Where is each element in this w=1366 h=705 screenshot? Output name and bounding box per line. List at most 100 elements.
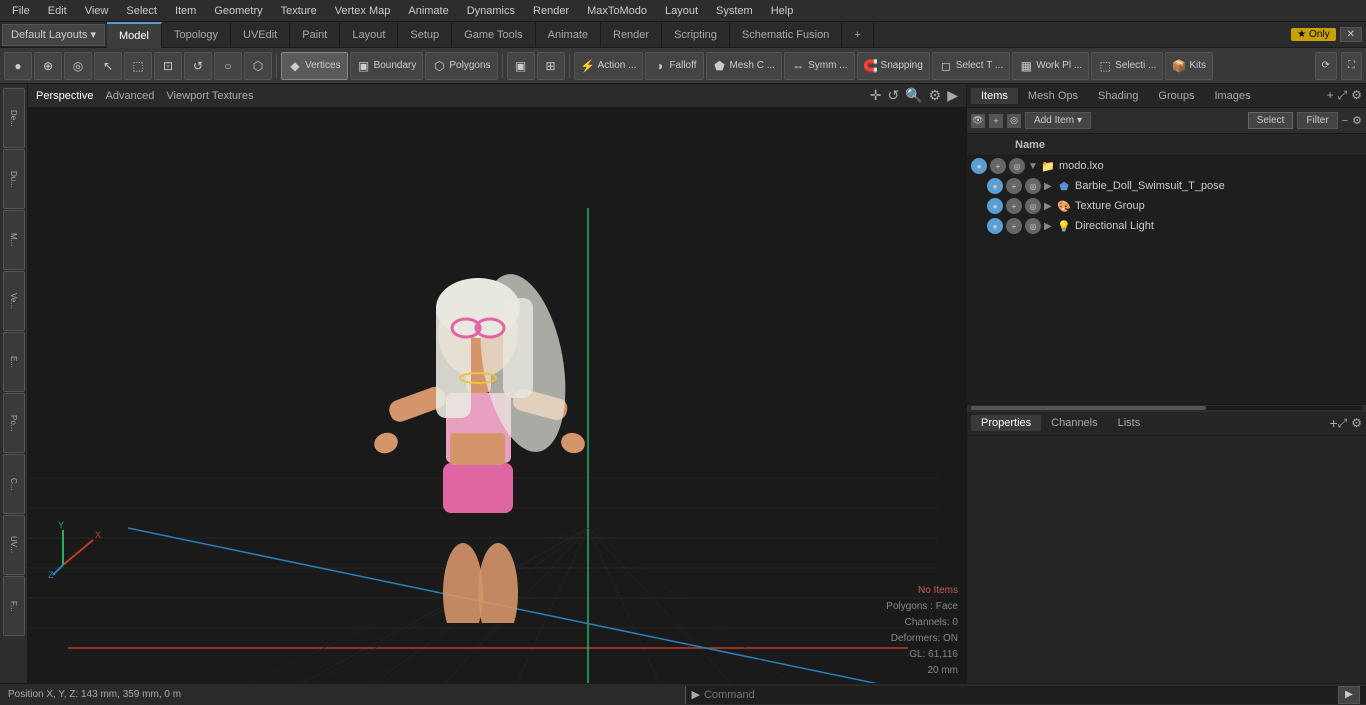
sidebar-tab-po[interactable]: Po...: [3, 393, 25, 453]
menu-layout[interactable]: Layout: [657, 3, 706, 19]
panel-settings-icon[interactable]: ⚙: [1351, 88, 1362, 103]
tab-paint[interactable]: Paint: [290, 22, 340, 48]
sidebar-tab-e[interactable]: E...: [3, 332, 25, 392]
viewport-full-btn[interactable]: ⛶: [1341, 52, 1362, 80]
panel-tab-shading[interactable]: Shading: [1088, 88, 1148, 104]
prop-expand-icon[interactable]: ⤢: [1338, 416, 1348, 431]
item-vis2-3[interactable]: +: [1006, 218, 1022, 234]
viewport-rotate-icon[interactable]: ↺: [887, 87, 899, 104]
rotate-btn[interactable]: ↺: [184, 52, 212, 80]
sidebar-tab-du[interactable]: Du...: [3, 149, 25, 209]
prop-tab-channels[interactable]: Channels: [1041, 415, 1107, 431]
panel-tab-groups[interactable]: Groups: [1148, 88, 1204, 104]
menu-file[interactable]: File: [4, 3, 38, 19]
hex-btn[interactable]: ⬡: [244, 52, 272, 80]
tab-schematic-fusion[interactable]: Schematic Fusion: [730, 22, 842, 48]
tab-uvedit[interactable]: UVEdit: [231, 22, 290, 48]
scroll-thumb[interactable]: [971, 406, 1206, 410]
kits-btn[interactable]: 📦 Kits: [1165, 52, 1213, 80]
boundary-btn[interactable]: ▣ Boundary: [350, 52, 424, 80]
prop-tab-lists[interactable]: Lists: [1108, 415, 1151, 431]
viewport-zoom-icon[interactable]: 🔍: [905, 87, 922, 104]
eye-toggle[interactable]: 👁: [971, 114, 985, 128]
star-only-button[interactable]: ★ Only: [1291, 28, 1335, 41]
menu-vertex-map[interactable]: Vertex Map: [327, 3, 399, 19]
menu-maxtomodo[interactable]: MaxToModo: [579, 3, 655, 19]
command-bar[interactable]: ▶ ▶: [685, 686, 1366, 704]
sidebar-tab-f[interactable]: F...: [3, 576, 25, 636]
transform-btn[interactable]: ⬚: [124, 52, 152, 80]
viewport-tab-perspective[interactable]: Perspective: [36, 90, 93, 102]
viewport-move-icon[interactable]: ✛: [870, 87, 882, 104]
sidebar-tab-de[interactable]: De...: [3, 88, 25, 148]
menu-help[interactable]: Help: [763, 3, 802, 19]
command-input[interactable]: [704, 689, 1338, 701]
menu-render[interactable]: Render: [525, 3, 577, 19]
snapping-btn[interactable]: 🧲 Snapping: [857, 52, 930, 80]
viewport-more-icon[interactable]: ▶: [947, 87, 958, 104]
item-vis-3[interactable]: ●: [987, 218, 1003, 234]
item-texture-group[interactable]: ● + ◎ ▶ 🎨 Texture Group: [983, 196, 1366, 216]
menu-geometry[interactable]: Geometry: [206, 3, 270, 19]
grid3-btn[interactable]: ⊞: [537, 52, 565, 80]
menu-item[interactable]: Item: [167, 3, 204, 19]
tab-add[interactable]: +: [842, 22, 873, 48]
selectt-btn[interactable]: ◻ Select T ...: [932, 52, 1010, 80]
item-expand-3[interactable]: ▶: [1044, 221, 1056, 232]
item-vis2-1[interactable]: +: [1006, 178, 1022, 194]
item-barbie[interactable]: ● + ◎ ▶ ⬟ Barbie_Doll_Swimsuit_T_pose: [983, 176, 1366, 196]
item-vis-1[interactable]: ●: [987, 178, 1003, 194]
polygons-btn[interactable]: ⬡ Polygons: [425, 52, 497, 80]
grid2-btn[interactable]: ▣: [507, 52, 535, 80]
sidebar-tab-c[interactable]: C...: [3, 454, 25, 514]
tab-layout[interactable]: Layout: [340, 22, 398, 48]
circle-btn[interactable]: ○: [214, 52, 242, 80]
items-minus-icon[interactable]: −: [1342, 115, 1348, 127]
action-btn[interactable]: ⚡ Action ...: [574, 52, 644, 80]
item-vis3-2[interactable]: ◎: [1025, 198, 1041, 214]
menu-system[interactable]: System: [708, 3, 761, 19]
component-btn[interactable]: ◎: [64, 52, 92, 80]
falloff-btn[interactable]: ◑ Falloff: [645, 52, 703, 80]
menu-edit[interactable]: Edit: [40, 3, 75, 19]
prop-settings-icon[interactable]: ⚙: [1351, 416, 1362, 430]
item-vis2-0[interactable]: +: [990, 158, 1006, 174]
select-tool-btn[interactable]: ↖: [94, 52, 122, 80]
sidebar-tab-ve[interactable]: Ve...: [3, 271, 25, 331]
menu-texture[interactable]: Texture: [273, 3, 325, 19]
item-vis-0[interactable]: ●: [971, 158, 987, 174]
panel-expand-icon[interactable]: ⤢: [1338, 88, 1348, 103]
items-select-button[interactable]: Select: [1248, 112, 1294, 129]
item-vis3-3[interactable]: ◎: [1025, 218, 1041, 234]
item-vis-2[interactable]: ●: [987, 198, 1003, 214]
snap-toggle-btn[interactable]: ●: [4, 52, 32, 80]
tab-render[interactable]: Render: [601, 22, 662, 48]
layout-dropdown[interactable]: Default Layouts ▾: [2, 24, 105, 46]
tab-scripting[interactable]: Scripting: [662, 22, 730, 48]
item-directional-light[interactable]: ● + ◎ ▶ 💡 Directional Light: [983, 216, 1366, 236]
vertices-btn[interactable]: ◆ Vertices: [281, 52, 348, 80]
tab-topology[interactable]: Topology: [162, 22, 231, 48]
item-expand-0[interactable]: ▼: [1028, 161, 1040, 172]
sidebar-tab-mesh[interactable]: M...: [3, 210, 25, 270]
menu-dynamics[interactable]: Dynamics: [459, 3, 523, 19]
viewport-canvas[interactable]: X Y Z No Items Polygons : Face Channels:…: [28, 108, 966, 683]
menu-select[interactable]: Select: [118, 3, 165, 19]
viewport-tab-textures[interactable]: Viewport Textures: [166, 90, 253, 102]
workpl-btn[interactable]: ▦ Work Pl ...: [1012, 52, 1089, 80]
item-vis3-1[interactable]: ◎: [1025, 178, 1041, 194]
tab-animate[interactable]: Animate: [536, 22, 601, 48]
add-item-button[interactable]: Add Item ▾: [1025, 112, 1091, 129]
layout-close-button[interactable]: ✕: [1340, 27, 1362, 42]
grid-btn[interactable]: ⊕: [34, 52, 62, 80]
item-vis2-2[interactable]: +: [1006, 198, 1022, 214]
scroll-track[interactable]: [971, 406, 1362, 410]
items-scrollbar[interactable]: [967, 404, 1366, 412]
viewport-tab-advanced[interactable]: Advanced: [105, 90, 154, 102]
tab-game-tools[interactable]: Game Tools: [452, 22, 536, 48]
items-settings-icon[interactable]: ⚙: [1352, 114, 1362, 127]
panel-tab-images[interactable]: Images: [1205, 88, 1261, 104]
items-filter-button[interactable]: Filter: [1297, 112, 1337, 129]
prop-tab-properties[interactable]: Properties: [971, 415, 1041, 431]
viewport[interactable]: Perspective Advanced Viewport Textures ✛…: [28, 84, 966, 683]
